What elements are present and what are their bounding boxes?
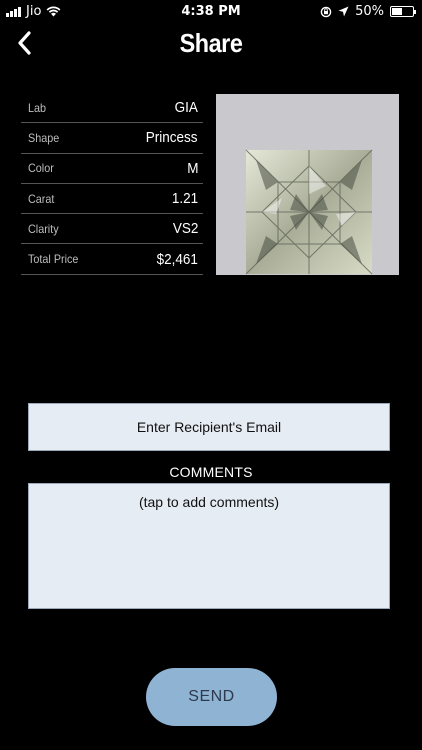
status-right: 50%: [320, 4, 416, 19]
spec-value: $2,461: [156, 250, 198, 268]
spec-label: Shape: [28, 130, 60, 145]
spec-row-shape: Shape Princess: [21, 123, 203, 154]
status-bar: Jio 4:38 PM 50%: [0, 0, 422, 22]
comments-label: COMMENTS: [169, 464, 253, 480]
spec-label: Color: [28, 161, 54, 176]
spec-value: M: [186, 159, 198, 177]
send-button[interactable]: SEND: [146, 668, 277, 726]
spec-row-color: Color M: [21, 154, 203, 184]
spec-row-clarity: Clarity VS2: [21, 214, 203, 245]
diamond-image: [216, 94, 399, 275]
recipient-email-input[interactable]: Enter Recipient's Email: [28, 403, 390, 451]
spec-row-carat: Carat 1.21: [21, 184, 203, 215]
battery-fill: [392, 8, 402, 15]
spec-label: Clarity: [28, 221, 59, 236]
comments-textarea[interactable]: (tap to add comments): [28, 483, 390, 609]
comments-placeholder: (tap to add comments): [138, 494, 280, 510]
spec-value: 1.21: [171, 190, 198, 208]
diamond-specs-table: Lab GIA Shape Princess Color M Carat 1.2…: [21, 93, 203, 275]
princess-diamond-icon: [245, 149, 373, 275]
spec-label: Lab: [28, 100, 47, 115]
spec-value: GIA: [174, 99, 198, 117]
battery-percent: 50%: [355, 4, 384, 19]
battery-icon: [390, 6, 416, 17]
orientation-lock-icon: [320, 6, 332, 17]
spec-value: Princess: [146, 129, 198, 147]
spec-value: VS2: [172, 220, 198, 238]
spec-label: Total Price: [28, 252, 79, 267]
location-arrow-icon: [338, 6, 349, 17]
spec-label: Carat: [28, 191, 55, 206]
page-title: Share: [179, 28, 243, 58]
spec-row-total-price: Total Price $2,461: [21, 244, 203, 275]
spec-row-lab: Lab GIA: [21, 93, 203, 124]
